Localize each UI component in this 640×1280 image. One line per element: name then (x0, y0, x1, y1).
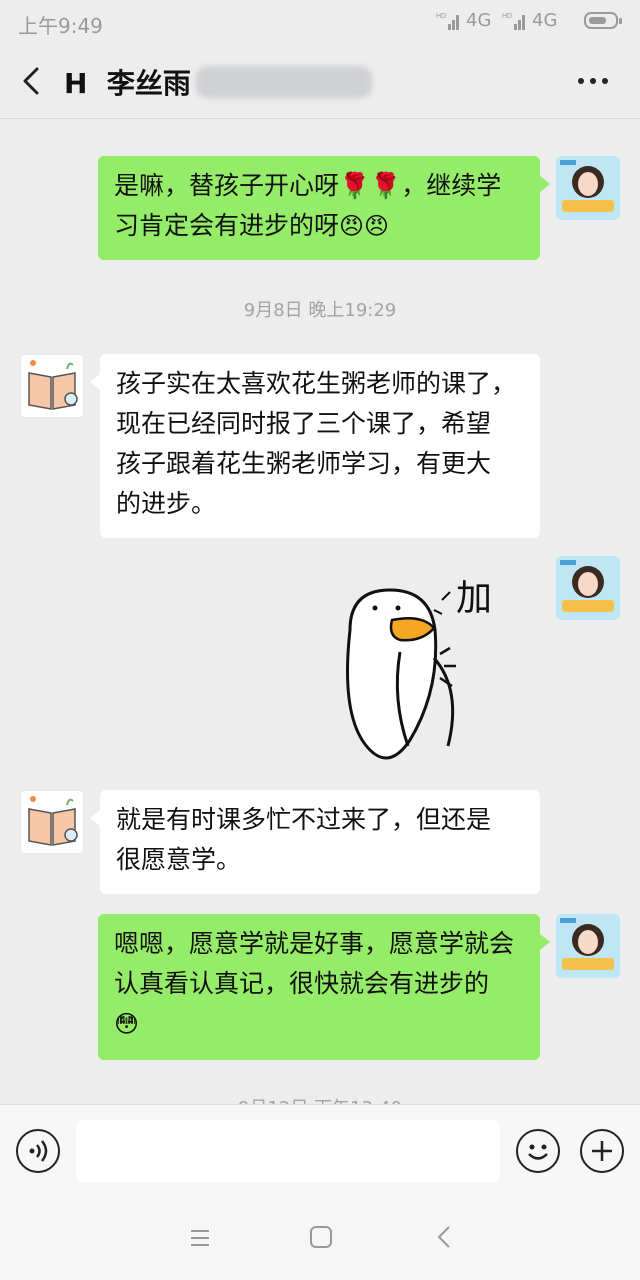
dot-icon (590, 78, 596, 84)
more-options-button[interactable] (578, 78, 608, 86)
teacher-portrait-icon (556, 156, 620, 220)
angry-face-emoji: 😠😠 (339, 212, 390, 240)
emoji-button[interactable] (516, 1129, 560, 1173)
plus-icon (592, 1141, 612, 1161)
menu-icon[interactable] (188, 1226, 212, 1250)
teacher-portrait-icon (556, 556, 620, 620)
back-nav-icon[interactable] (434, 1224, 454, 1250)
message-bubble-sent[interactable]: 嗯嗯，愿意学就是好事，愿意学就会 认真看认真记，很快就会有进步的 😳 (98, 914, 550, 1060)
status-bar: 上午9:49 HD 4G HD 4G (0, 0, 640, 44)
book-icon (21, 791, 83, 853)
sticker-text: 加 (456, 578, 492, 619)
chat-header: H 李丝雨 (0, 44, 640, 119)
message-bubble-received[interactable]: 孩子实在太喜欢花生粥老师的课了， 现在已经同时报了三个课了，希望 孩子跟着花生粥… (90, 354, 540, 538)
message-bubble-sent[interactable]: 是嘛，替孩子开心呀🌹🌹，继续学 习肯定会有进步的呀😠😠 (98, 156, 550, 260)
book-icon (21, 355, 83, 417)
my-avatar[interactable] (556, 156, 620, 220)
system-nav-bar (0, 1196, 640, 1280)
contact-avatar[interactable] (20, 354, 84, 418)
duck-cheering-sticker[interactable]: 加 (330, 570, 510, 770)
message-line: 孩子跟着花生粥老师学习，有更大 (116, 449, 492, 478)
message-line: 就是有时课多忙不过来了，但还是 (116, 805, 492, 834)
redacted-name (196, 66, 372, 98)
message-bubble-received[interactable]: 就是有时课多忙不过来了，但还是 很愿意学。 (90, 790, 540, 894)
dot-icon (578, 78, 584, 84)
message-line: 嗯嗯，愿意学就是好事，愿意学就会 (114, 929, 515, 958)
message-line: 的进步。 (116, 489, 217, 518)
contact-avatar[interactable] (20, 790, 84, 854)
emoji-icon (528, 1144, 548, 1160)
signal-bars-1-icon: HD (436, 10, 462, 37)
more-functions-button[interactable] (580, 1129, 624, 1173)
my-avatar[interactable] (556, 556, 620, 620)
battery-icon (584, 12, 622, 29)
chevron-left-icon (23, 67, 39, 95)
network-type-1: 4G (466, 10, 492, 31)
message-line: 是嘛，替孩子开心呀🌹🌹，继续学 (114, 171, 502, 200)
voice-icon (29, 1140, 48, 1162)
voice-button[interactable] (16, 1129, 60, 1173)
home-icon[interactable] (308, 1224, 334, 1250)
input-bar (0, 1104, 640, 1197)
teacher-portrait-icon (556, 914, 620, 978)
message-input[interactable] (76, 1120, 500, 1182)
flushed-face-emoji: 😳 (114, 1010, 140, 1038)
my-avatar[interactable] (556, 914, 620, 978)
message-line: 认真看认真记，很快就会有进步的 (114, 969, 490, 998)
message-line: 现在已经同时报了三个课了，希望 (116, 409, 492, 438)
message-line: 很愿意学。 (116, 845, 242, 874)
dot-icon (602, 78, 608, 84)
battery-level (589, 17, 606, 24)
timestamp: 9月8日 晚上19:29 (243, 300, 397, 321)
back-button[interactable] (20, 66, 42, 96)
signal-bars-2-icon: HD (502, 10, 528, 37)
message-line: 习肯定会有进步的呀 (114, 211, 340, 240)
network-type-2: 4G (532, 10, 558, 31)
svg-text:HD: HD (436, 13, 446, 20)
status-time: 上午9:49 (18, 14, 103, 38)
svg-text:HD: HD (502, 13, 512, 20)
message-line: 孩子实在太喜欢花生粥老师的课了， (116, 369, 517, 398)
chat-title: H 李丝雨 (64, 67, 191, 100)
